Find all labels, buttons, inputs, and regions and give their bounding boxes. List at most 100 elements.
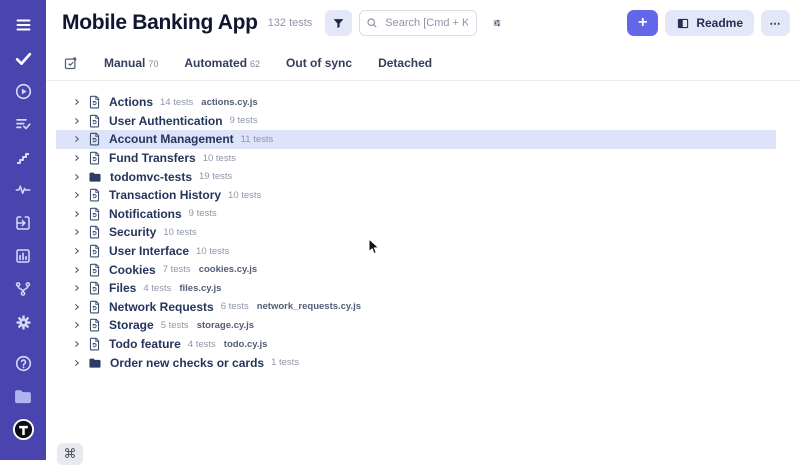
play-circle-icon[interactable] [11, 79, 35, 103]
main-area: Mobile Banking App 132 tests + [46, 0, 800, 460]
tab-out-of-sync[interactable]: Out of sync [286, 56, 352, 70]
tree-row[interactable]: Network Requests 6 tests network_request… [56, 298, 776, 317]
steps-icon[interactable] [11, 145, 35, 169]
tree-row[interactable]: User Authentication 9 tests [56, 112, 776, 131]
tree-row[interactable]: Cookies 7 tests cookies.cy.js [56, 260, 776, 279]
suite-name: Fund Transfers [109, 151, 196, 165]
file-icon [88, 263, 101, 277]
chevron-right-icon[interactable] [73, 135, 81, 143]
search-box[interactable] [359, 10, 477, 36]
pulse-icon[interactable] [11, 178, 35, 202]
search-icon [366, 17, 378, 29]
logo-t-icon[interactable] [11, 417, 35, 441]
chevron-right-icon[interactable] [73, 191, 81, 199]
chevron-right-icon[interactable] [73, 210, 81, 218]
suite-test-count: 10 tests [228, 190, 261, 201]
chevron-right-icon[interactable] [73, 247, 81, 255]
tree-row[interactable]: Storage 5 tests storage.cy.js [56, 316, 776, 335]
import-box-icon[interactable] [11, 211, 35, 235]
file-icon [88, 95, 101, 109]
file-icon [88, 188, 101, 202]
file-icon [88, 114, 101, 128]
chevron-right-icon[interactable] [73, 117, 81, 125]
suite-file-name: cookies.cy.js [199, 264, 257, 275]
gear-icon[interactable] [11, 310, 35, 334]
funnel-icon [332, 17, 345, 30]
suite-name: Cookies [109, 263, 156, 277]
suite-file-name: network_requests.cy.js [257, 301, 361, 312]
tab-detached[interactable]: Detached [378, 56, 432, 70]
file-icon [88, 318, 101, 332]
suite-name: Transaction History [109, 188, 221, 202]
suite-name: User Interface [109, 244, 189, 258]
suite-test-count: 9 tests [230, 115, 258, 126]
tree-row[interactable]: Account Management 11 tests [56, 130, 776, 149]
tree-row[interactable]: todomvc-tests 19 tests [56, 167, 776, 186]
file-icon [88, 207, 101, 221]
tab-count: 70 [148, 59, 158, 69]
file-icon [88, 225, 101, 239]
tree-row[interactable]: Actions 14 tests actions.cy.js [56, 93, 776, 112]
file-icon [88, 300, 101, 314]
chevron-right-icon[interactable] [73, 154, 81, 162]
file-icon [88, 207, 101, 221]
view-settings-button[interactable] [486, 10, 508, 36]
branch-icon[interactable] [11, 277, 35, 301]
tab-count: 62 [250, 59, 260, 69]
chevron-right-icon[interactable] [73, 303, 81, 311]
tree-row[interactable]: Files 4 tests files.cy.js [56, 279, 776, 298]
folder-icon [88, 171, 102, 183]
filter-button[interactable] [325, 10, 352, 36]
chevron-right-icon[interactable] [73, 321, 81, 329]
folder-docs-icon[interactable] [11, 384, 35, 408]
check-icon[interactable] [11, 46, 35, 70]
file-icon [88, 337, 101, 351]
help-icon[interactable] [11, 351, 35, 375]
suite-name: Todo feature [109, 337, 181, 351]
file-icon [88, 244, 101, 258]
menu-icon[interactable] [11, 13, 35, 37]
tree-row[interactable]: Security 10 tests [56, 223, 776, 242]
tree-row[interactable]: Order new checks or cards 1 tests [56, 353, 776, 372]
file-icon [88, 263, 101, 277]
more-button[interactable]: ⋯ [761, 10, 790, 36]
suite-test-count: 10 tests [203, 153, 236, 164]
tab-automated[interactable]: Automated62 [184, 56, 260, 70]
suite-file-name: files.cy.js [179, 283, 221, 294]
suite-name: todomvc-tests [110, 170, 192, 184]
suite-file-name: storage.cy.js [197, 320, 254, 331]
chevron-right-icon[interactable] [73, 173, 81, 181]
suite-test-count: 10 tests [163, 227, 196, 238]
chevron-right-icon[interactable] [73, 266, 81, 274]
bar-chart-icon[interactable] [11, 244, 35, 268]
tab-manual[interactable]: Manual70 [104, 56, 158, 70]
tree-row[interactable]: Fund Transfers 10 tests [56, 149, 776, 168]
file-icon [88, 188, 101, 202]
chevron-right-icon[interactable] [73, 340, 81, 348]
page-title: Mobile Banking App [62, 11, 258, 35]
suite-test-count: 9 tests [189, 208, 217, 219]
suite-name: Storage [109, 318, 154, 332]
suite-test-count: 14 tests [160, 97, 193, 108]
file-icon [88, 95, 101, 109]
search-input[interactable] [383, 16, 470, 30]
add-button[interactable]: + [627, 10, 658, 36]
chevron-right-icon[interactable] [73, 359, 81, 367]
sliders-icon [492, 16, 502, 30]
suite-name: Actions [109, 95, 153, 109]
suite-name: Account Management [109, 132, 234, 146]
chevron-right-icon[interactable] [73, 228, 81, 236]
list-check-icon[interactable] [11, 112, 35, 136]
file-icon [88, 318, 101, 332]
tree-row[interactable]: Transaction History 10 tests [56, 186, 776, 205]
select-all-icon[interactable] [63, 56, 78, 71]
tree-row[interactable]: Notifications 9 tests [56, 205, 776, 224]
tree-row[interactable]: User Interface 10 tests [56, 242, 776, 261]
chevron-right-icon[interactable] [73, 98, 81, 106]
chevron-right-icon[interactable] [73, 284, 81, 292]
readme-label: Readme [696, 16, 743, 30]
tree-row[interactable]: Todo feature 4 tests todo.cy.js [56, 335, 776, 354]
readme-button[interactable]: Readme [665, 10, 754, 36]
command-shortcut-badge[interactable]: ⌘ [57, 443, 83, 465]
suite-name: Order new checks or cards [110, 356, 264, 370]
